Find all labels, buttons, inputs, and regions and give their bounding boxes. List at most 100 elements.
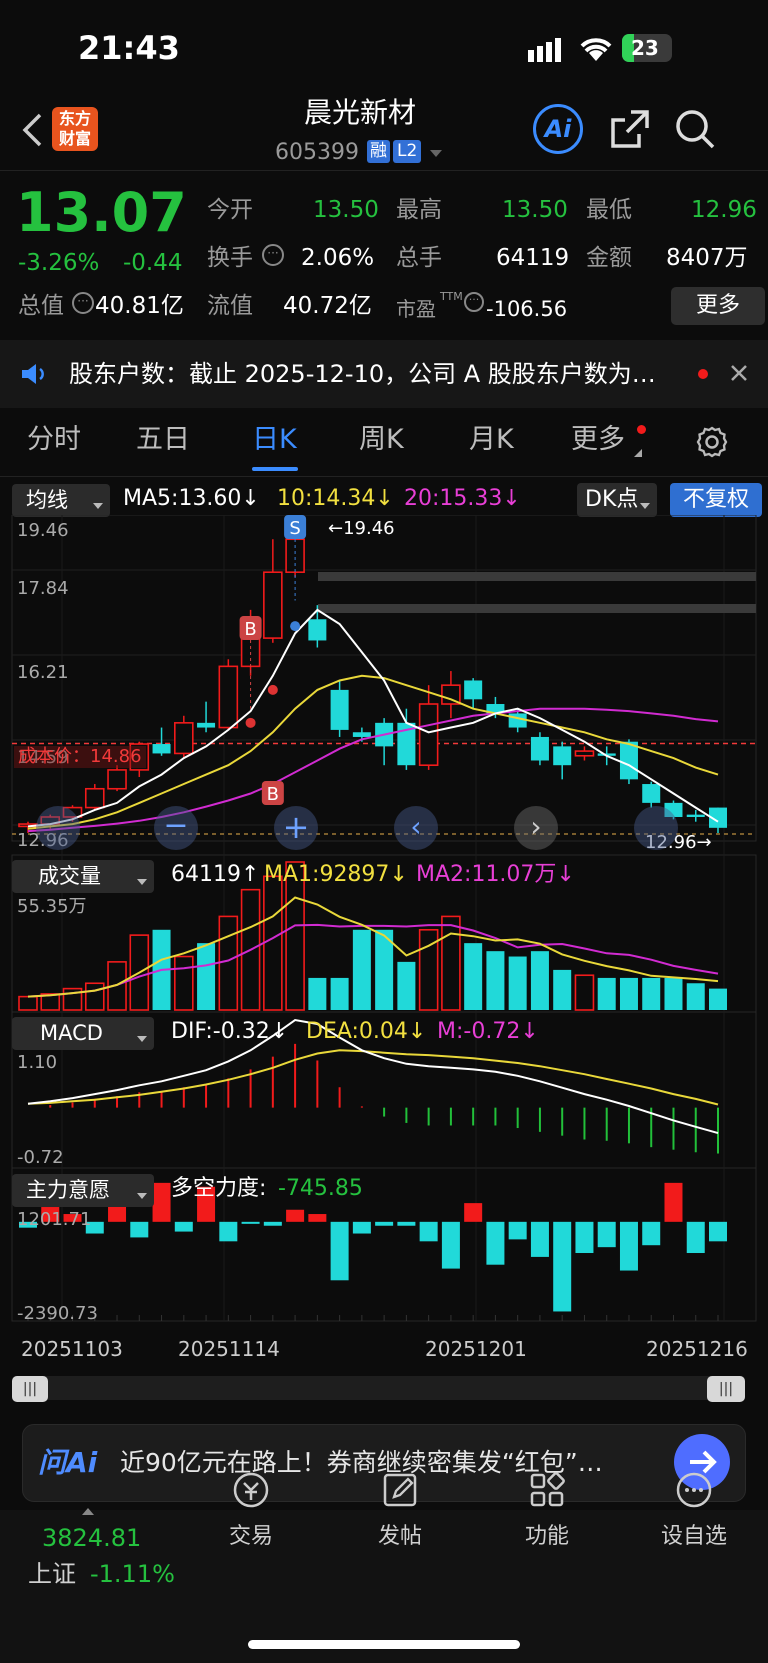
macd-m: M:-0.72↓ (437, 1019, 539, 1044)
high-value: 13.50 (502, 197, 568, 223)
dk-button[interactable]: DK点 (577, 483, 657, 517)
kline-y-3: 16.21 (17, 662, 69, 683)
zhuli-bar (619, 1221, 638, 1271)
tab-rik[interactable]: 日K (252, 426, 297, 453)
more-button[interactable]: 更多 (671, 287, 765, 325)
open-value: 13.50 (313, 197, 379, 223)
macd-dif: DIF:-0.32↓ (171, 1019, 289, 1044)
ai-button[interactable]: Ai (533, 104, 583, 154)
zoom-in-button[interactable]: + (274, 806, 318, 850)
volume-bar (574, 974, 595, 1011)
nav-function[interactable]: 功能 (492, 1470, 602, 1550)
index-pct[interactable]: -1.11% (90, 1562, 175, 1586)
volume-bar (330, 977, 349, 1010)
zhuli-bar (597, 1221, 616, 1248)
range-slider-track[interactable] (12, 1376, 745, 1400)
mktcap-label: 总值 (18, 293, 64, 319)
zhuli-bar (530, 1221, 549, 1257)
amount-value: 8407万 (666, 245, 748, 271)
turnover-value: 2.06% (301, 245, 375, 271)
candle-body (619, 741, 638, 780)
zhuli-label: 多空力度: (171, 1176, 267, 1201)
nav-trade-label: 交易 (228, 1524, 273, 1549)
index-name[interactable]: 上证 (28, 1562, 76, 1586)
kline-chart[interactable]: S B B (0, 515, 768, 1345)
scroll-right-button[interactable]: › (514, 806, 558, 850)
nav-post[interactable]: 发帖 (345, 1470, 455, 1550)
volume-bar (553, 969, 572, 1010)
pe-info-icon[interactable]: ··· (464, 292, 484, 312)
scroll-left-button[interactable]: ‹ (394, 806, 438, 850)
zhuli-bar (397, 1221, 416, 1226)
candle-body (285, 538, 305, 573)
nav-add-watchlist[interactable]: 设自选 (639, 1470, 749, 1550)
range-slider-right-handle[interactable]: ||| (707, 1376, 745, 1402)
volume-select[interactable]: 成交量 (12, 860, 154, 893)
signal-icon (528, 38, 568, 62)
zhuli-select[interactable]: 主力意愿 (12, 1174, 154, 1207)
zhuli-value: -745.85 (278, 1176, 363, 1201)
zhuli-bar (441, 1221, 460, 1269)
volume-bar (464, 943, 483, 1010)
code-dropdown-icon[interactable] (430, 150, 442, 157)
volume-y-max: 55.35万 (17, 896, 87, 917)
volume-today: 64119↑ (171, 862, 260, 887)
fullscreen-icon[interactable] (634, 806, 678, 850)
tab-more-corner-icon (634, 449, 642, 457)
more-circle-icon (676, 1472, 712, 1508)
tab-zhouk[interactable]: 周K (359, 426, 404, 453)
volume-label: 总手 (396, 245, 442, 271)
zhuli-bar (486, 1221, 505, 1265)
index-value[interactable]: 3824.81 (42, 1526, 141, 1550)
kline-y-2: 17.84 (17, 578, 69, 599)
brand-logo: 东方 财富 (52, 107, 98, 151)
buy-dot (245, 717, 256, 728)
candle-body (218, 665, 239, 729)
macd-dea-line (27, 1049, 719, 1106)
zhuli-bar (709, 1221, 727, 1242)
macd-select[interactable]: MACD (12, 1017, 154, 1050)
zoom-out-button[interactable]: − (154, 806, 198, 850)
macd-y-min: -0.72 (17, 1147, 64, 1168)
date-label-2: 20251114 (178, 1337, 280, 1361)
low-value: 12.96 (691, 197, 757, 223)
volume-bar (619, 977, 638, 1010)
stock-code: 605399 (275, 140, 359, 165)
mktcap-info-icon[interactable]: ··· (72, 292, 94, 314)
status-time: 21:43 (78, 29, 180, 67)
tab-wuri[interactable]: 五日 (136, 426, 190, 453)
candle-body (508, 713, 527, 728)
price-chg: -0.44 (123, 250, 183, 276)
fuquan-button[interactable]: 不复权 (670, 483, 762, 517)
buy-marker-label: B (244, 619, 256, 640)
volume-bar (308, 977, 327, 1010)
range-slider-left-handle[interactable]: ||| (12, 1376, 48, 1402)
notice-close-icon[interactable] (730, 364, 748, 386)
ma-select[interactable]: 均线 (12, 484, 110, 517)
share-icon[interactable] (609, 108, 651, 154)
price: 13.07 (16, 181, 187, 244)
back-icon[interactable] (20, 112, 44, 152)
settings-gear-icon[interactable] (695, 425, 729, 463)
volume-bar (709, 988, 727, 1010)
tab-active-indicator (252, 467, 298, 471)
volume-bar (597, 977, 616, 1010)
turnover-info-icon[interactable]: ··· (262, 244, 284, 266)
tab-more[interactable]: 更多 (571, 426, 625, 453)
nav-trade[interactable]: 交易 (196, 1470, 306, 1550)
max-price-label: ←19.46 (328, 518, 395, 539)
tab-fenshi[interactable]: 分时 (27, 426, 81, 453)
zoom-collapse-icon[interactable] (36, 806, 80, 850)
zhuli-bar (375, 1221, 394, 1226)
ma20-label: 20:15.33↓ (404, 486, 521, 511)
candle-body (263, 571, 283, 639)
volume-bar (642, 977, 661, 1010)
zhuli-bar (553, 1221, 572, 1312)
zhuli-bar (419, 1221, 438, 1242)
search-icon[interactable] (674, 108, 716, 154)
grid-icon (530, 1472, 565, 1507)
volume-ma2: MA2:11.07万↓ (416, 862, 575, 887)
tab-yuek[interactable]: 月K (469, 426, 514, 453)
candle-body (530, 736, 549, 761)
high-label: 最高 (396, 197, 442, 223)
